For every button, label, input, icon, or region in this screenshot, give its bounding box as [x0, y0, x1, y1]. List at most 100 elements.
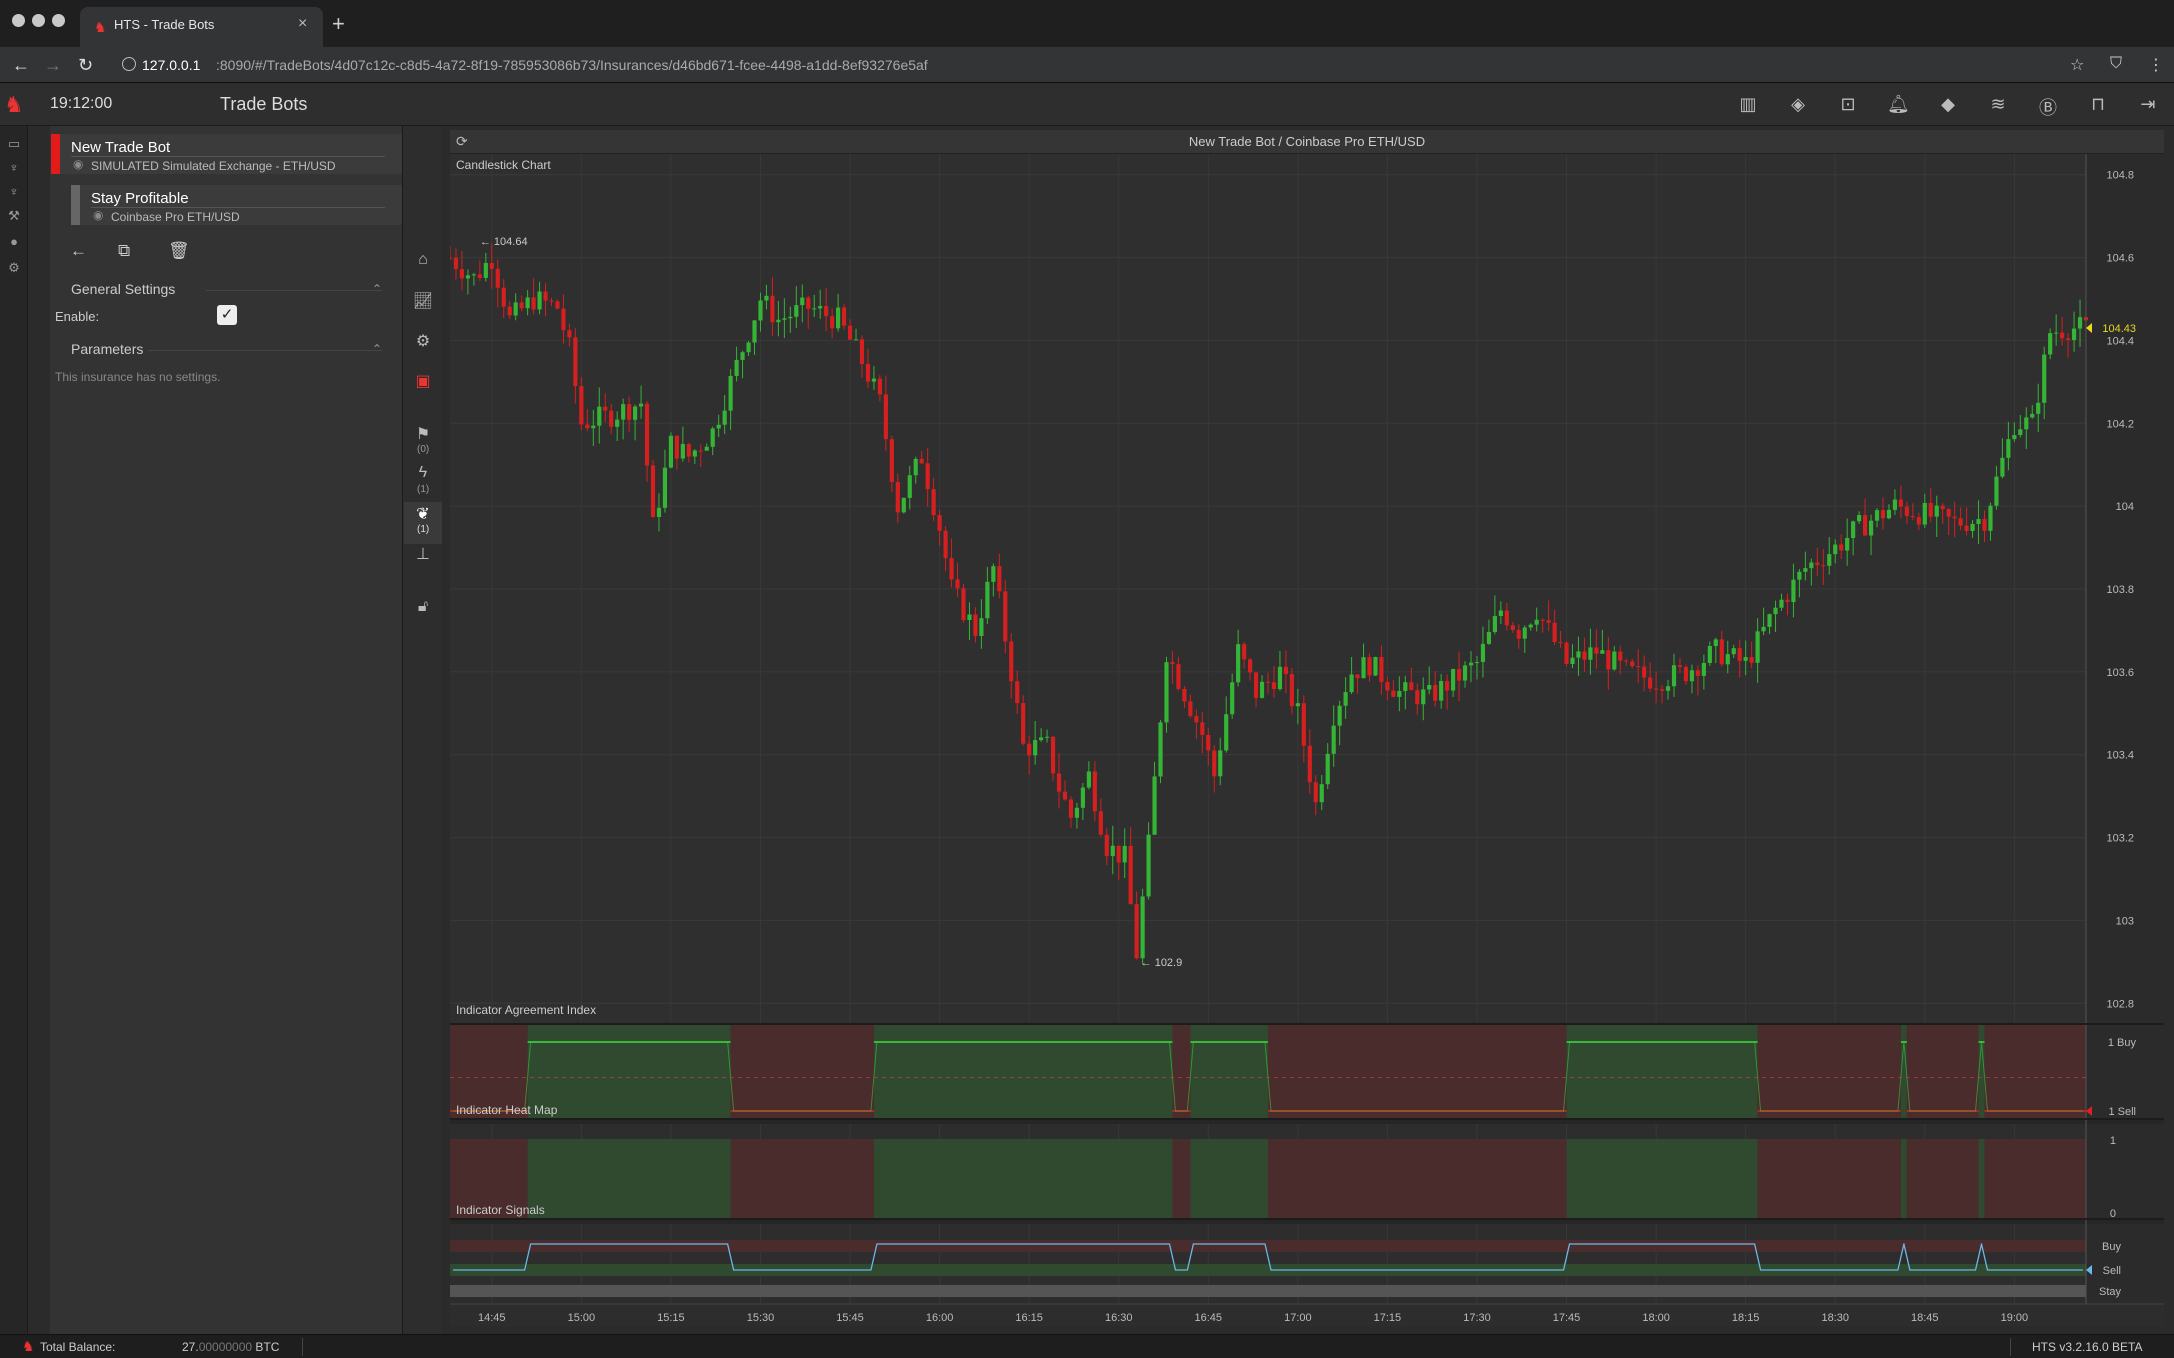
url-field[interactable]: 127.0.0.1 :8090/#/TradeBots/4d07c12c-c8d… [112, 52, 2082, 78]
minimize-window-button[interactable] [32, 14, 45, 27]
chevron-up-icon[interactable]: ⌃ [372, 282, 382, 296]
tag-icon[interactable]: ◆ [1937, 94, 1959, 116]
chevron-up-icon[interactable]: ⌃ [372, 342, 382, 356]
bot-icon[interactable]: ♆ [5, 160, 23, 178]
candle-body [1403, 682, 1408, 691]
candle-body [746, 342, 751, 353]
menu-dots-icon[interactable]: ⋮ [2148, 55, 2164, 75]
candle-body [2018, 429, 2023, 436]
bitcoin-refresh-icon[interactable]: Ⓑ [2037, 94, 2059, 118]
candle-body [531, 297, 536, 310]
money-icon[interactable]: ▣ [412, 371, 434, 393]
candle-body [597, 406, 602, 426]
home-icon[interactable]: ⌂ [412, 251, 434, 273]
candle-body [758, 300, 763, 321]
browser-tab[interactable]: ♞ HTS - Trade Bots × [80, 7, 323, 47]
extension-icon[interactable]: ⛉ [2110, 55, 2122, 73]
heatmap-band [1757, 1139, 1901, 1219]
candle-body [459, 269, 465, 279]
candle-body [1636, 666, 1641, 668]
candle-body [836, 307, 841, 329]
hierarchy-icon[interactable]: ⊥ [412, 544, 434, 566]
agreement-band [1757, 1024, 1901, 1119]
parameters-title[interactable]: Parameters [71, 341, 143, 357]
back-arrow-icon[interactable]: ← [70, 241, 87, 261]
unlock-icon[interactable]: 🔓︎ [412, 598, 434, 620]
no-settings-text: This insurance has no settings. [55, 370, 221, 384]
map-icon[interactable]: ▥ [1737, 94, 1759, 116]
bookmark-star-icon[interactable]: ☆ [2070, 55, 2084, 75]
general-settings-title[interactable]: General Settings [71, 281, 175, 297]
candle-body [943, 530, 948, 559]
candle-body [1086, 771, 1091, 788]
candle-body [788, 316, 793, 319]
candle-body [2030, 413, 2035, 418]
new-tab-button[interactable]: + [332, 11, 345, 37]
coins-icon[interactable]: ≋ [1987, 94, 2009, 116]
candle-body [1815, 562, 1820, 566]
app-logo-icon[interactable]: ♞ [4, 92, 24, 118]
candle-body [1833, 544, 1838, 555]
candle-body [1964, 525, 1969, 531]
candle-body [722, 410, 727, 425]
settings-icon[interactable]: ⚙ [5, 260, 23, 278]
candle-body [1337, 705, 1342, 726]
lightning-count: (1) [417, 484, 430, 495]
close-tab-icon[interactable]: × [298, 15, 307, 33]
candle-body [800, 297, 805, 306]
copy-icon[interactable]: ⧉ [118, 241, 130, 261]
forward-arrow-icon[interactable]: → [44, 55, 62, 76]
maximize-window-button[interactable] [52, 14, 65, 27]
back-arrow-icon[interactable]: ← [12, 55, 30, 76]
monitor-icon[interactable]: ▭ [5, 136, 23, 154]
leaf-icon[interactable]: ❦ [412, 504, 434, 526]
candle-body [495, 268, 500, 288]
bot-card-stay-profitable[interactable]: Stay Profitable ◉ Coinbase Pro ETH/USD [71, 185, 401, 225]
inbox-icon[interactable]: ⊓ [2087, 94, 2109, 116]
candle-body [1439, 681, 1444, 701]
crop-icon[interactable]: ⊡ [1837, 94, 1859, 116]
candle-body [1719, 639, 1724, 665]
candle-body [1886, 509, 1892, 519]
candle-body [1994, 476, 1999, 506]
flags-icon[interactable]: ⚑ [412, 424, 434, 446]
candle-body [925, 463, 930, 490]
candle-body [1958, 518, 1963, 526]
candle-body [1988, 505, 1993, 531]
reload-icon[interactable]: ↻ [78, 55, 93, 76]
x-tick-label: 18:30 [1821, 1312, 1849, 1324]
candle-body [2065, 338, 2071, 340]
bot-tools-strip: ⌂ 📈︎ ⚙ ▣ ⚑ (0) ϟ (1) ❦ (1) ⊥ 🔓︎ [402, 126, 442, 1334]
candle-body [1928, 502, 1933, 517]
info-icon[interactable] [122, 57, 136, 71]
trash-icon[interactable]: 🗑︎ [168, 241, 190, 261]
bot-card-new-trade-bot[interactable]: New Trade Bot ◉ SIMULATED Simulated Exch… [51, 134, 401, 174]
enable-checkbox[interactable]: ✓ [217, 305, 237, 325]
x-tick-label: 14:45 [478, 1312, 506, 1324]
candle-body [650, 465, 656, 518]
gears-icon[interactable]: ⚙ [412, 331, 434, 353]
candle-body [519, 302, 524, 309]
page-title: Trade Bots [220, 94, 308, 114]
lightning-icon[interactable]: ϟ [412, 464, 434, 486]
candle-body [698, 450, 703, 452]
candle-body [1265, 681, 1271, 683]
tools-icon[interactable]: ⚒ [5, 208, 23, 226]
candle-body [1015, 681, 1020, 704]
bell-icon[interactable]: 🔔︎ [1887, 94, 1910, 116]
bot-exchange: Coinbase Pro ETH/USD [111, 210, 240, 224]
user-icon[interactable]: ● [5, 234, 23, 252]
candle-body [752, 320, 757, 343]
candle-body [1791, 579, 1796, 603]
line-chart-icon[interactable]: 📈︎ [412, 291, 434, 313]
candle-body [1982, 519, 1987, 531]
status-separator [302, 1338, 303, 1356]
url-host: 127.0.0.1 [142, 57, 201, 73]
candle-body [1128, 845, 1133, 905]
bot-alt-icon[interactable]: ♆ [5, 184, 23, 202]
close-window-button[interactable] [12, 14, 25, 27]
logout-icon[interactable]: ⇥ [2137, 94, 2159, 116]
chart-canvas[interactable]: 104.8 104.6 104.4 104.2 104 103.8 103.6 103.4 10… [450, 154, 2164, 1326]
ticket-icon[interactable]: ◈ [1787, 94, 1809, 116]
candle-body [824, 306, 829, 317]
